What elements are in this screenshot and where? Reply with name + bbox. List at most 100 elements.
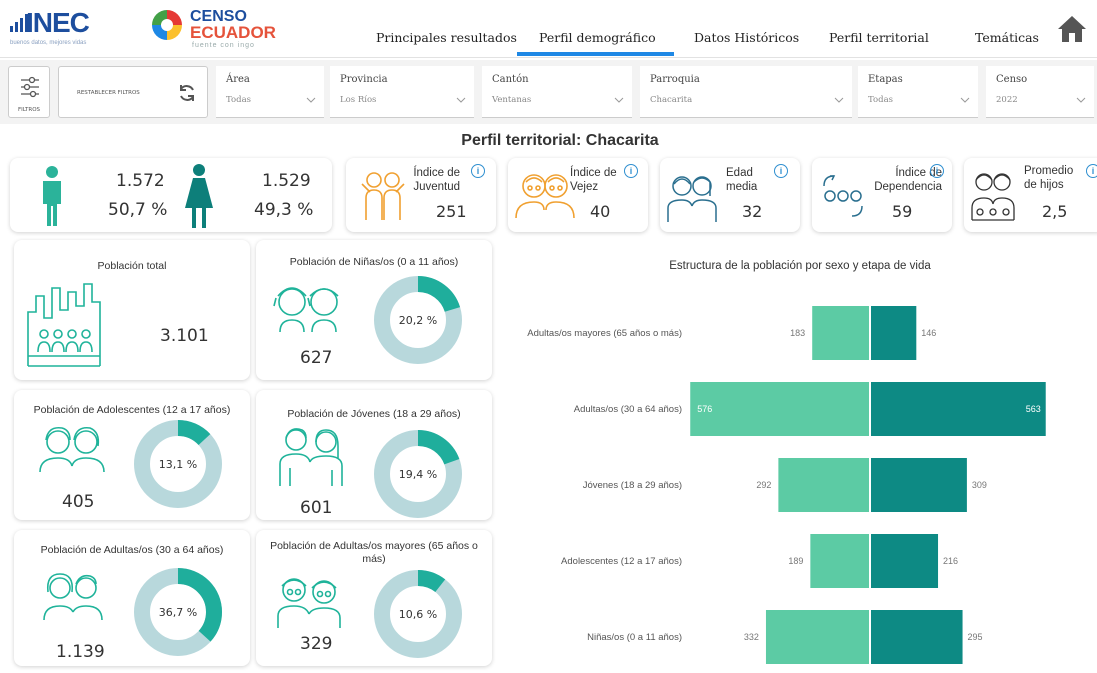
filters-toggle-button[interactable]: FILTROS	[8, 66, 50, 118]
chevron-down-icon	[614, 97, 624, 103]
left-bar[interactable]	[812, 306, 869, 360]
youth-percentage-donut: 19,4 %	[374, 430, 462, 518]
tab-principales-resultados[interactable]: Principales resultados	[376, 30, 517, 45]
youth-population-title: Población de Jóvenes (18 a 29 años)	[287, 408, 461, 420]
right-bar-value: 216	[943, 556, 958, 566]
tab-perfil-demografico[interactable]: Perfil demográfico	[517, 30, 674, 56]
page-title: Perfil territorial: Chacarita	[461, 132, 659, 149]
youth-icon	[361, 172, 405, 220]
reset-filters-button[interactable]: RESTABLECER FILTROS	[58, 66, 208, 118]
right-bar-value: 563	[1026, 404, 1041, 414]
category-label: Adultas/os (30 a 64 años)	[574, 404, 682, 415]
elderly-percentage-donut: 10,6 %	[374, 570, 462, 658]
filter-provincia-value: Los Ríos	[340, 95, 377, 105]
family-icon	[971, 173, 1015, 221]
censo-ecuador-logo[interactable]: CENSO ECUADOR fuente con ingo	[152, 6, 302, 50]
filter-canton-label: Cantón	[492, 74, 529, 85]
filter-censo-value: 2022	[996, 95, 1018, 105]
left-bar[interactable]	[778, 458, 869, 512]
median-age-label: Edad media	[726, 167, 758, 193]
left-bar[interactable]	[765, 610, 869, 664]
right-bar-value: 309	[972, 480, 987, 490]
info-icon[interactable]: i	[624, 164, 638, 178]
male-count: 1.572	[116, 171, 165, 191]
adolescents-population-title: Población de Adolescentes (12 a 17 años)	[33, 404, 231, 416]
elderly-adults-icon	[277, 578, 341, 628]
filter-parroquia-dropdown[interactable]: Parroquia Chacarita	[640, 66, 852, 118]
crowd-city-icon	[27, 283, 101, 367]
sex-distribution-card: 1.572 50,7 % 1.529 49,3 %	[10, 158, 332, 232]
female-icon	[185, 164, 213, 228]
filter-etapas-dropdown[interactable]: Etapas Todas	[858, 66, 978, 118]
median-age-value: 32	[742, 202, 763, 221]
filter-provincia-dropdown[interactable]: Provincia Los Ríos	[330, 66, 474, 118]
adolescents-percentage-donut: 13,1 %	[134, 420, 222, 508]
elderly-population-card: Población de Adultas/os mayores (65 años…	[256, 530, 492, 666]
elderly-couple-icon	[515, 174, 575, 219]
youth-population-card: Población de Jóvenes (18 a 29 años) 601 …	[256, 390, 492, 520]
adolescents-icon	[39, 426, 105, 473]
chevron-down-icon	[1076, 97, 1086, 103]
adults-percentage-label: 36,7 %	[159, 606, 197, 619]
adults-population-card: Población de Adultas/os (30 a 64 años) 1…	[14, 530, 250, 666]
chevron-down-icon	[456, 97, 466, 103]
category-label: Adolescentes (12 a 17 años)	[561, 556, 682, 567]
info-icon[interactable]: i	[471, 164, 485, 178]
filter-area-label: Área	[226, 74, 250, 85]
chevron-down-icon	[960, 97, 970, 103]
right-bar-value: 146	[921, 328, 936, 338]
population-pyramid-chart: Adultas/os mayores (65 años o más) 183 146…	[527, 306, 1046, 664]
dependency-index-value: 59	[892, 202, 913, 221]
filter-area-value: Todas	[226, 95, 251, 105]
dependency-index-card: Índice de Dependencia i 59	[812, 158, 952, 232]
right-bar[interactable]	[871, 306, 917, 360]
chart-title: Estructura de la población por sexo y et…	[669, 260, 931, 272]
home-icon[interactable]	[1057, 14, 1087, 44]
total-population-value: 3.101	[160, 326, 209, 346]
info-icon[interactable]: i	[774, 164, 788, 178]
category-label: Adultas/os mayores (65 años o más)	[527, 328, 682, 339]
elderly-population-title: Población de Adultas/os mayores (65 años…	[270, 540, 478, 565]
left-bar-value: 189	[788, 556, 803, 566]
right-bar[interactable]	[871, 610, 963, 664]
youth-percentage-label: 19,4 %	[399, 468, 437, 481]
info-icon[interactable]: i	[930, 164, 944, 178]
tab-tematicas[interactable]: Temáticas	[975, 30, 1039, 45]
chevron-down-icon	[834, 97, 844, 103]
filter-area-dropdown[interactable]: Área Todas	[216, 66, 324, 118]
left-bar[interactable]	[690, 382, 869, 436]
censo-logo-line3: fuente con ingo	[192, 42, 255, 49]
filter-provincia-label: Provincia	[340, 74, 388, 85]
filter-censo-dropdown[interactable]: Censo 2022	[986, 66, 1094, 118]
reset-filters-label: RESTABLECER FILTROS	[77, 90, 140, 96]
left-bar-value: 332	[744, 632, 759, 642]
male-percentage: 50,7 %	[108, 200, 168, 220]
right-bar[interactable]	[871, 458, 967, 512]
couple-icon	[667, 176, 717, 222]
average-children-label: Promedio de hijos	[1024, 165, 1074, 191]
filters-toggle-label: FILTROS	[17, 107, 41, 113]
info-icon[interactable]: i	[1086, 164, 1097, 178]
tab-datos-historicos[interactable]: Datos Históricos	[694, 30, 799, 45]
inec-logo-text: INEC	[26, 7, 90, 38]
adolescents-population-count: 405	[62, 492, 95, 512]
category-label: Jóvenes (18 a 29 años)	[583, 480, 682, 491]
youth-index-value: 251	[436, 202, 467, 221]
children-percentage-label: 20,2 %	[399, 314, 437, 327]
right-bar-value: 295	[968, 632, 983, 642]
filter-canton-dropdown[interactable]: Cantón Ventanas	[482, 66, 632, 118]
left-bar[interactable]	[810, 534, 869, 588]
right-bar[interactable]	[871, 382, 1046, 436]
left-bar-value: 576	[697, 404, 712, 414]
tab-perfil-territorial[interactable]: Perfil territorial	[829, 30, 929, 45]
youth-index-label: Índice de Juventud	[413, 167, 460, 193]
youth-index-card: Índice de Juventud i 251	[346, 158, 496, 232]
children-population-title: Población de Niñas/os (0 a 11 años)	[289, 256, 459, 268]
elderly-index-label: Índice de Vejez	[570, 167, 617, 193]
filter-bar: FILTROS RESTABLECER FILTROS Área Todas P…	[0, 60, 1097, 124]
right-bar[interactable]	[871, 534, 939, 588]
youth-population-count: 601	[300, 498, 333, 518]
children-percentage-donut: 20,2 %	[374, 276, 462, 364]
young-adults-icon	[279, 428, 343, 486]
inec-logo[interactable]: INEC buenos datos, mejores vidas	[10, 6, 130, 50]
